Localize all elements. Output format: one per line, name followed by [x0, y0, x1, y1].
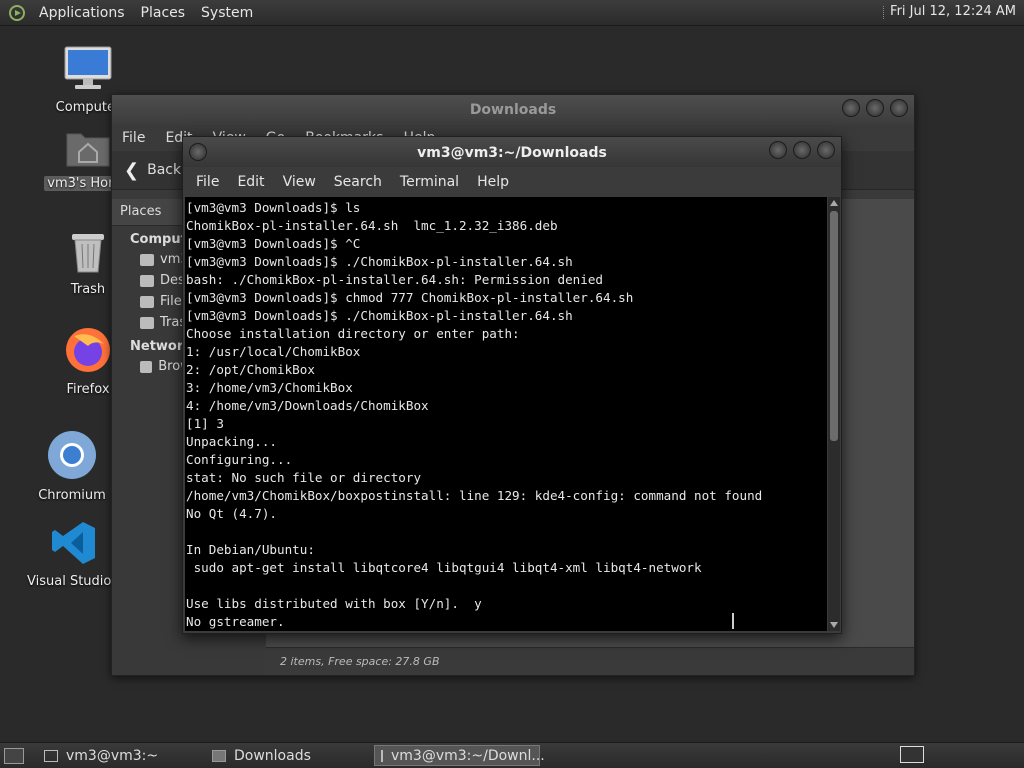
minimize-button[interactable]: [842, 99, 860, 117]
status-bar: 2 items, Free space: 27.8 GB: [266, 647, 914, 675]
terminal-icon: [381, 749, 383, 762]
taskbar-item-label: vm3@vm3:~: [66, 747, 159, 764]
taskbar-item[interactable]: Downloads: [206, 745, 370, 766]
applications-menu[interactable]: Applications: [31, 5, 133, 21]
scroll-up-icon[interactable]: [830, 200, 838, 206]
menu-bar: File Edit View Search Terminal Help: [183, 167, 841, 197]
top-panel: Applications Places System Fri Jul 12, 1…: [0, 0, 1024, 26]
bottom-panel: vm3@vm3:~ Downloads vm3@vm3:~/Downl...: [0, 742, 1024, 768]
desktop-label: Firefox: [66, 382, 110, 397]
menu-terminal[interactable]: Terminal: [391, 174, 468, 190]
window-title: vm3@vm3:~/Downloads: [417, 145, 607, 161]
home-icon: [140, 253, 154, 266]
desktop-label: Trash: [70, 282, 106, 297]
menu-file[interactable]: File: [112, 130, 155, 146]
window-controls: [842, 99, 908, 117]
home-folder-icon: [66, 133, 110, 167]
trash-icon: [72, 234, 104, 273]
menu-edit[interactable]: Edit: [228, 174, 273, 190]
distro-logo-icon[interactable]: [9, 4, 25, 21]
workspace-switcher[interactable]: [900, 746, 924, 763]
terminal-icon: [44, 749, 58, 762]
menu-file[interactable]: File: [187, 174, 228, 190]
menu-view[interactable]: View: [274, 174, 325, 190]
clock[interactable]: Fri Jul 12, 12:24 AM: [890, 4, 1016, 19]
back-arrow-icon[interactable]: ❮: [124, 160, 139, 181]
menu-search[interactable]: Search: [325, 174, 391, 190]
desktop-icon-vscode[interactable]: Visual Studio Code: [24, 520, 149, 589]
show-desktop-icon[interactable]: [4, 747, 24, 764]
taskbar-item[interactable]: vm3@vm3:~: [38, 745, 202, 766]
minimize-button[interactable]: [769, 141, 787, 159]
scrollbar-thumb[interactable]: [830, 211, 838, 441]
terminal-scrollbar[interactable]: [828, 197, 840, 631]
maximize-button[interactable]: [866, 99, 884, 117]
back-button[interactable]: Back: [147, 162, 181, 178]
close-button[interactable]: [890, 99, 908, 117]
places-menu[interactable]: Places: [133, 5, 194, 21]
system-menu[interactable]: System: [193, 5, 261, 21]
firefox-icon: [66, 328, 110, 372]
scroll-down-icon[interactable]: [830, 622, 838, 628]
chromium-icon: [48, 431, 96, 479]
window-controls: [769, 141, 835, 159]
panel-separator: [883, 6, 886, 19]
terminal-output[interactable]: [vm3@vm3 Downloads]$ ls ChomikBox-pl-ins…: [185, 197, 827, 631]
drive-icon: [140, 295, 154, 308]
trash-icon: [140, 316, 154, 329]
desktop-icon-chromium[interactable]: Chromium: [22, 430, 122, 503]
network-icon: [140, 360, 153, 373]
text-cursor-icon: [732, 613, 734, 629]
close-button[interactable]: [817, 141, 835, 159]
menu-help[interactable]: Help: [468, 174, 518, 190]
folder-icon: [212, 749, 226, 762]
terminal-text: [vm3@vm3 Downloads]$ ls ChomikBox-pl-ins…: [186, 200, 763, 629]
terminal-window[interactable]: vm3@vm3:~/Downloads File Edit View Searc…: [182, 136, 842, 634]
desktop-icon: [140, 274, 154, 287]
terminal-titlebar[interactable]: vm3@vm3:~/Downloads: [183, 137, 841, 167]
window-title[interactable]: Downloads: [112, 95, 914, 125]
vscode-icon: [52, 522, 95, 564]
taskbar-item-active[interactable]: vm3@vm3:~/Downl...: [374, 745, 545, 766]
taskbar-item-label: Downloads: [234, 747, 311, 764]
computer-icon: [64, 46, 112, 89]
desktop-label: Chromium: [38, 488, 106, 503]
taskbar-item-label: vm3@vm3:~/Downl...: [391, 747, 545, 764]
maximize-button[interactable]: [793, 141, 811, 159]
window-menu-button[interactable]: [189, 143, 207, 161]
